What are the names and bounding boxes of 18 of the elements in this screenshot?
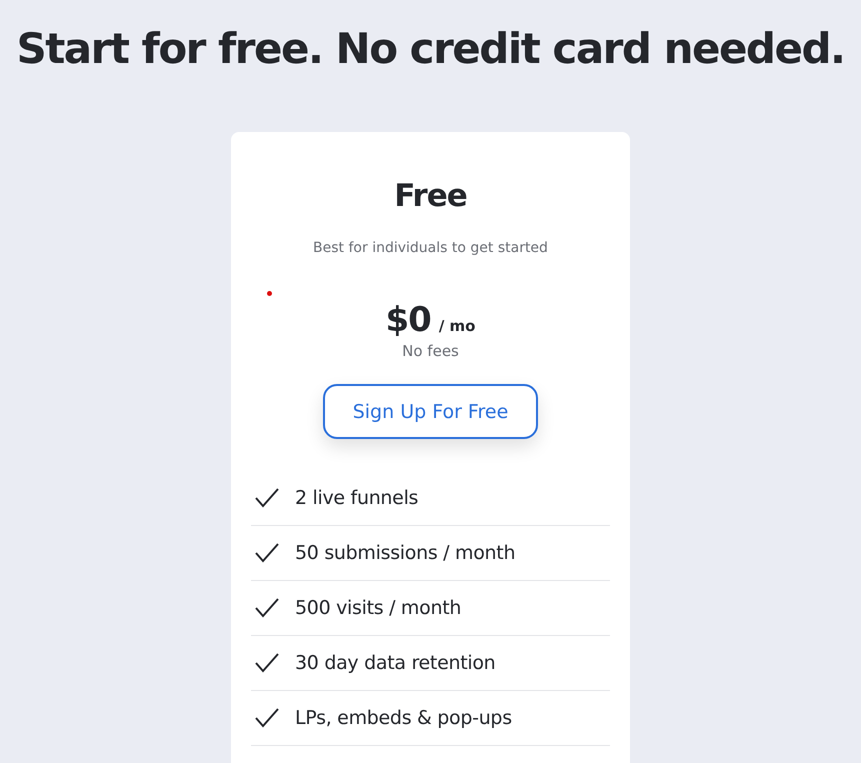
sign-up-button[interactable]: Sign Up For Free <box>323 384 538 439</box>
check-icon <box>255 708 279 728</box>
feature-text: 50 submissions / month <box>295 542 516 564</box>
dot-mark <box>267 291 272 296</box>
plan-price: $0 <box>386 300 431 340</box>
check-icon <box>255 598 279 618</box>
feature-text: 30 day data retention <box>295 652 496 674</box>
price-period: / mo <box>438 317 476 335</box>
plan-description: Best for individuals to get started <box>313 240 548 256</box>
page-headline: Start for free. No credit card needed. <box>16 23 845 75</box>
feature-text: 500 visits / month <box>295 597 462 619</box>
feature-text: LPs, embeds & pop-ups <box>295 707 512 729</box>
feature-text: 2 live funnels <box>295 487 418 509</box>
check-icon <box>255 543 279 563</box>
plan-name: Free <box>394 177 467 216</box>
fee-note: No fees <box>402 342 459 360</box>
check-icon <box>255 653 279 673</box>
check-icon <box>255 488 279 508</box>
